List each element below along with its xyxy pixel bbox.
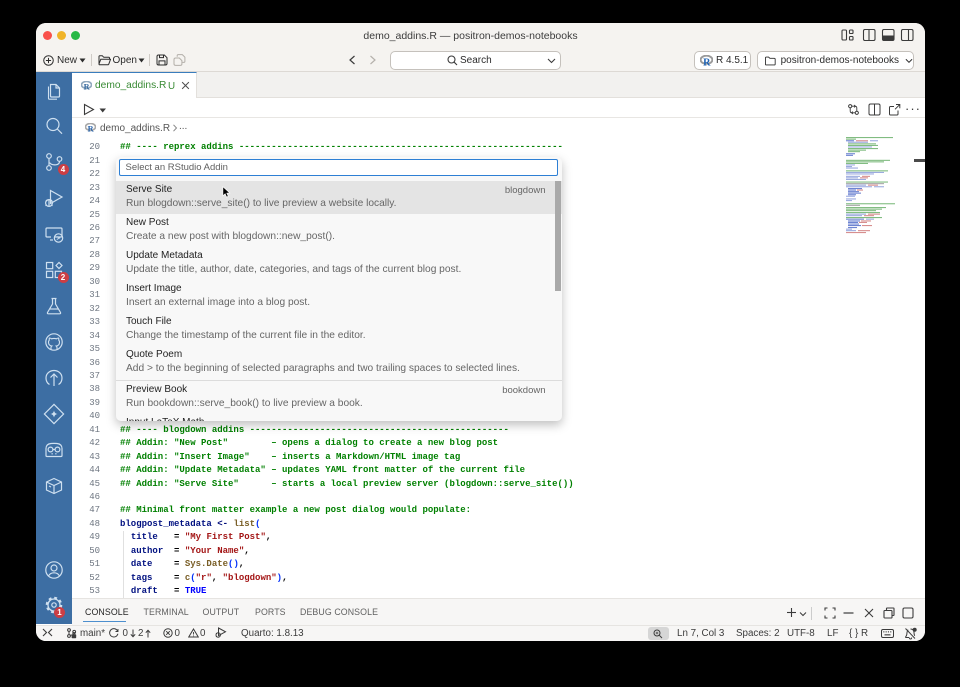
svg-text:R: R — [88, 125, 95, 132]
svg-text:R: R — [83, 83, 90, 90]
svg-text:R: R — [703, 57, 711, 66]
